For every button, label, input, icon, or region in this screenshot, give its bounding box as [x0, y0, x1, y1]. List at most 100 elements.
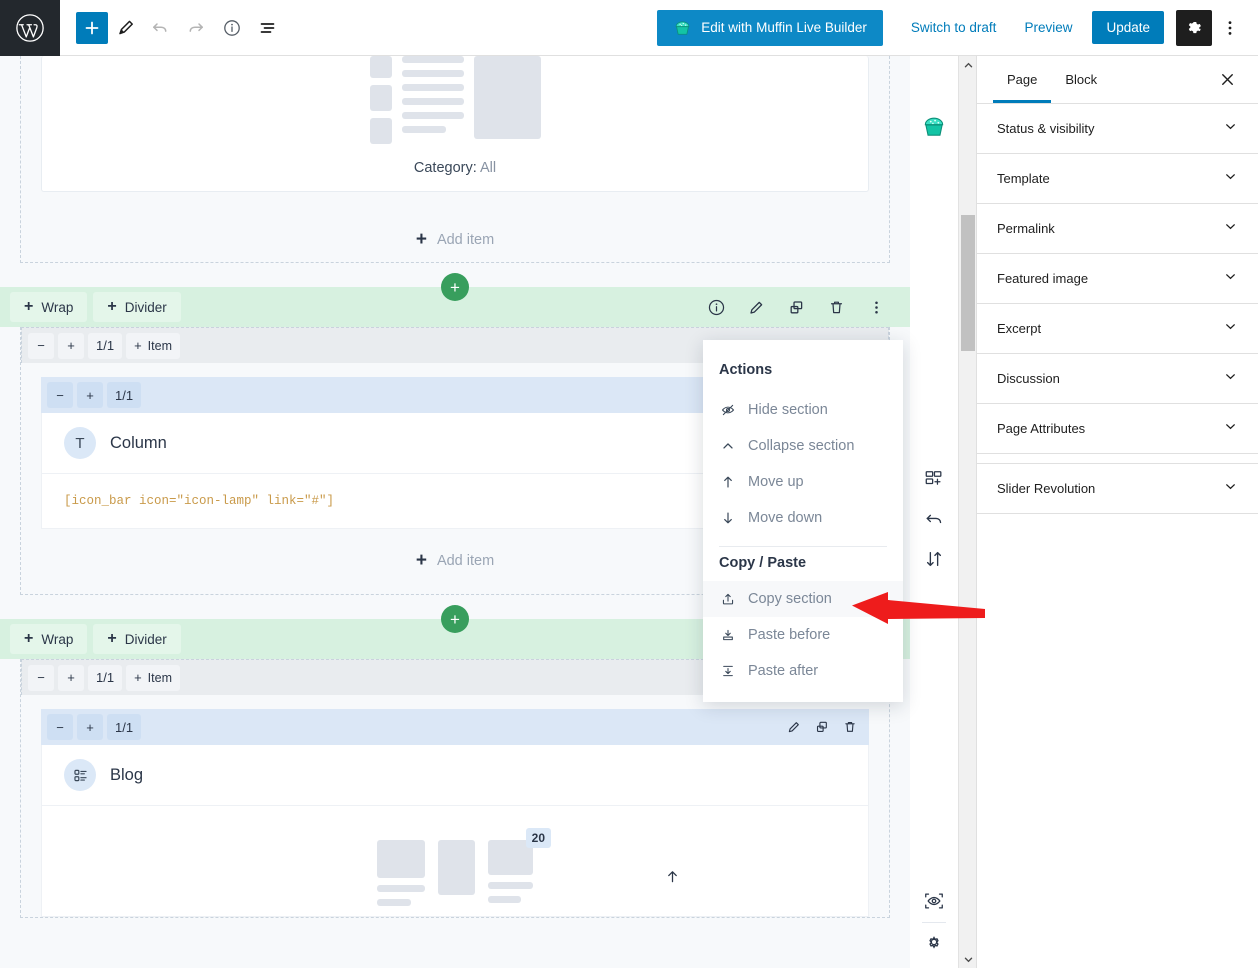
- menu-item-hide-section[interactable]: Hide section: [703, 392, 903, 428]
- inner-column-ratio-label[interactable]: 1/1: [107, 382, 142, 408]
- column-ratio-label[interactable]: 1/1: [88, 664, 123, 691]
- category-value[interactable]: All: [480, 160, 496, 176]
- remove-inner-column-button[interactable]: −: [47, 714, 73, 740]
- add-inner-column-button[interactable]: +: [77, 714, 103, 740]
- panel-label: Featured image: [997, 271, 1089, 286]
- blog-list-icon: [64, 759, 96, 791]
- remove-column-button[interactable]: −: [28, 664, 54, 691]
- section-actions-dropdown: Actions Hide section Collapse section Mo…: [703, 340, 903, 702]
- panel-label: Slider Revolution: [997, 481, 1096, 496]
- sidebar-panel-slider-revolution[interactable]: Slider Revolution: [977, 464, 1258, 514]
- gear-icon[interactable]: [920, 928, 948, 956]
- gear-icon[interactable]: [1176, 9, 1212, 46]
- plus-icon: +: [107, 298, 117, 315]
- arrow-up-icon: [719, 474, 736, 490]
- text-element-icon: T: [64, 427, 96, 459]
- edit-with-muffin-live-builder-button[interactable]: Edit with Muffin Live Builder: [657, 9, 883, 46]
- builder-side-rail: [910, 56, 958, 968]
- chevron-up-icon: [719, 438, 736, 454]
- info-circle-icon[interactable]: [216, 12, 248, 44]
- placeholder-line: [401, 70, 464, 77]
- pencil-icon[interactable]: [112, 12, 140, 44]
- tab-page[interactable]: Page: [993, 56, 1051, 103]
- column-ratio-label[interactable]: 1/1: [88, 332, 123, 359]
- scroll-up-arrow-icon[interactable]: [664, 868, 681, 890]
- tab-block[interactable]: Block: [1051, 56, 1111, 103]
- menu-item-move-down[interactable]: Move down: [703, 500, 903, 536]
- add-item-label: Item: [147, 338, 172, 353]
- section-edit-icon[interactable]: [742, 292, 770, 322]
- redo-arrow-icon[interactable]: [180, 12, 212, 44]
- list-view-icon[interactable]: [252, 12, 284, 44]
- kebab-menu-icon[interactable]: [1214, 10, 1246, 46]
- add-item-button[interactable]: + Add item: [21, 212, 889, 267]
- panel-label: Status & visibility: [997, 121, 1095, 136]
- close-x-icon[interactable]: [1212, 65, 1242, 95]
- menu-item-label: Paste after: [748, 663, 819, 679]
- wordpress-logo-icon[interactable]: [0, 0, 60, 56]
- sidebar-panel-excerpt[interactable]: Excerpt: [977, 304, 1258, 354]
- menu-item-collapse-section[interactable]: Collapse section: [703, 428, 903, 464]
- insert-section-button[interactable]: +: [441, 605, 469, 633]
- copy-paste-heading: Copy / Paste: [719, 555, 807, 571]
- add-column-button[interactable]: +: [58, 332, 84, 359]
- column-toolbar: − + 1/1: [41, 709, 869, 745]
- add-wrap-button[interactable]: + Wrap: [10, 292, 88, 322]
- sidebar-panel-status-visibility[interactable]: Status & visibility: [977, 104, 1258, 154]
- eye-focus-icon[interactable]: [920, 887, 948, 915]
- add-item-button[interactable]: + Item: [126, 664, 180, 691]
- scrollbar-thumb[interactable]: [961, 215, 975, 351]
- sidebar-panel-template[interactable]: Template: [977, 154, 1258, 204]
- add-block-button[interactable]: [76, 11, 108, 44]
- scrollbar-up-arrow-icon[interactable]: [959, 56, 977, 74]
- add-item-button[interactable]: + Item: [126, 332, 180, 359]
- sidebar-spacer: [977, 454, 1258, 464]
- undo-arrow-icon[interactable]: [144, 12, 176, 44]
- plus-icon: +: [415, 229, 427, 250]
- sidebar-panel-page-attributes[interactable]: Page Attributes: [977, 404, 1258, 454]
- element-title: Blog: [110, 765, 144, 784]
- sidebar-panel-discussion[interactable]: Discussion: [977, 354, 1258, 404]
- undo-arrow-icon[interactable]: [920, 505, 948, 533]
- add-layout-icon[interactable]: [920, 465, 948, 493]
- preview-button[interactable]: Preview: [1010, 10, 1086, 46]
- add-divider-button[interactable]: + Divider: [93, 292, 181, 322]
- section-duplicate-icon[interactable]: [782, 292, 810, 322]
- remove-inner-column-button[interactable]: −: [47, 382, 73, 408]
- column-delete-icon[interactable]: [837, 714, 863, 740]
- section-more-icon[interactable]: [862, 292, 890, 322]
- section-info-icon[interactable]: [702, 292, 730, 322]
- add-wrap-button[interactable]: + Wrap: [10, 624, 88, 654]
- plus-icon: +: [450, 277, 460, 297]
- add-column-button[interactable]: +: [58, 664, 84, 691]
- menu-item-label: Paste before: [748, 627, 831, 643]
- inner-column-ratio-label[interactable]: 1/1: [107, 714, 142, 740]
- switch-to-draft-button[interactable]: Switch to draft: [897, 10, 1011, 46]
- element-header[interactable]: Blog: [42, 745, 868, 806]
- muffin-builder-toggle[interactable]: [920, 112, 948, 140]
- chevron-down-icon: [1223, 479, 1238, 499]
- sidebar-panel-featured-image[interactable]: Featured image: [977, 254, 1258, 304]
- remove-column-button[interactable]: −: [28, 332, 54, 359]
- add-divider-button[interactable]: + Divider: [93, 624, 181, 654]
- sidebar-panel-permalink[interactable]: Permalink: [977, 204, 1258, 254]
- page-settings-sidebar: Page Block Status & visibility Template …: [976, 56, 1258, 968]
- sort-updown-icon[interactable]: [920, 545, 948, 573]
- placeholder-line: [377, 885, 425, 892]
- update-button[interactable]: Update: [1092, 11, 1164, 44]
- insert-section-button[interactable]: +: [441, 273, 469, 301]
- column-edit-icon[interactable]: [781, 714, 807, 740]
- menu-item-move-up[interactable]: Move up: [703, 464, 903, 500]
- placeholder-line: [401, 56, 464, 63]
- section-delete-icon[interactable]: [822, 292, 850, 322]
- menu-item-paste-after[interactable]: Paste after: [703, 653, 903, 689]
- column-duplicate-icon[interactable]: [809, 714, 835, 740]
- add-inner-column-button[interactable]: +: [77, 382, 103, 408]
- copy-upload-icon: [719, 591, 736, 607]
- menu-item-label: Move down: [748, 510, 823, 526]
- panel-label: Excerpt: [997, 321, 1042, 336]
- blog-placeholder-graphic: [42, 56, 868, 144]
- canvas-scrollbar[interactable]: [958, 56, 976, 968]
- scrollbar-down-arrow-icon[interactable]: [959, 950, 977, 968]
- chevron-down-icon: [1223, 369, 1238, 389]
